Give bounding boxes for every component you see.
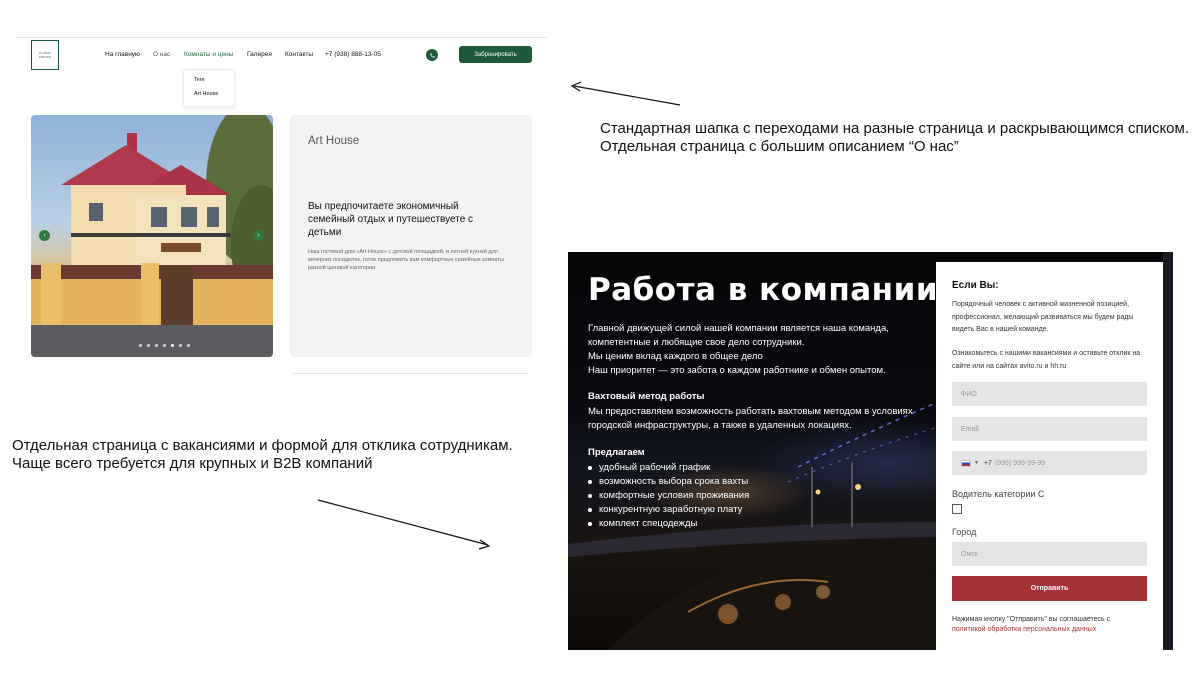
- offer-item: возможность выбора срока вахты: [588, 475, 749, 489]
- careers-title: Работа в компании: [588, 272, 939, 308]
- phone-placeholder: (999) 999-99-99: [994, 459, 1046, 467]
- offer-item: комплект спецодежды: [588, 517, 749, 531]
- arrow-to-careers: [317, 499, 489, 546]
- email-input[interactable]: Email: [952, 417, 1147, 441]
- city-input[interactable]: Омск: [952, 542, 1147, 566]
- driver-category-label: Водитель категории С: [952, 489, 1045, 499]
- offer-list: удобный рабочий график возможность выбор…: [588, 461, 749, 531]
- privacy-policy-link[interactable]: политикой обработки персональных данных: [952, 626, 1096, 633]
- consent-text: Нажимая кнопку "Отправить" вы соглашаете…: [952, 616, 1111, 623]
- chevron-down-icon[interactable]: ▼: [974, 460, 979, 466]
- offer-item: удобный рабочий график: [588, 461, 749, 475]
- arrow-to-header: [573, 85, 681, 106]
- city-label: Город: [952, 527, 977, 537]
- form-heading: Если Вы:: [952, 280, 999, 291]
- careers-intro: Главной движущей силой нашей компании яв…: [588, 323, 889, 376]
- russia-flag-icon[interactable]: [961, 459, 971, 467]
- driver-category-checkbox[interactable]: [952, 504, 962, 514]
- careers-page-mockup: Работа в компании Главной движущей силой…: [568, 252, 1173, 650]
- offer-heading: Предлагаем: [588, 447, 645, 458]
- application-form: Если Вы: Порядочный человек с активной ж…: [936, 262, 1163, 650]
- watch-method-text: Мы предоставляем возможность работать ва…: [588, 406, 913, 431]
- form-vacancies-text: Ознакомьтесь с нашими вакансиями и остав…: [952, 350, 1141, 370]
- phone-country-code: +7: [983, 459, 992, 467]
- form-intro-text: Порядочный человек с активной жизненной …: [952, 301, 1134, 333]
- watch-method-heading: Вахтовый метод работы: [588, 391, 705, 402]
- offer-item: комфортные условия проживания: [588, 489, 749, 503]
- name-input[interactable]: ФИО: [952, 382, 1147, 406]
- offer-item: конкурентную заработную плату: [588, 503, 749, 517]
- phone-input[interactable]: ▼ +7 (999) 999-99-99: [952, 451, 1147, 475]
- submit-button[interactable]: Отправить: [952, 576, 1147, 601]
